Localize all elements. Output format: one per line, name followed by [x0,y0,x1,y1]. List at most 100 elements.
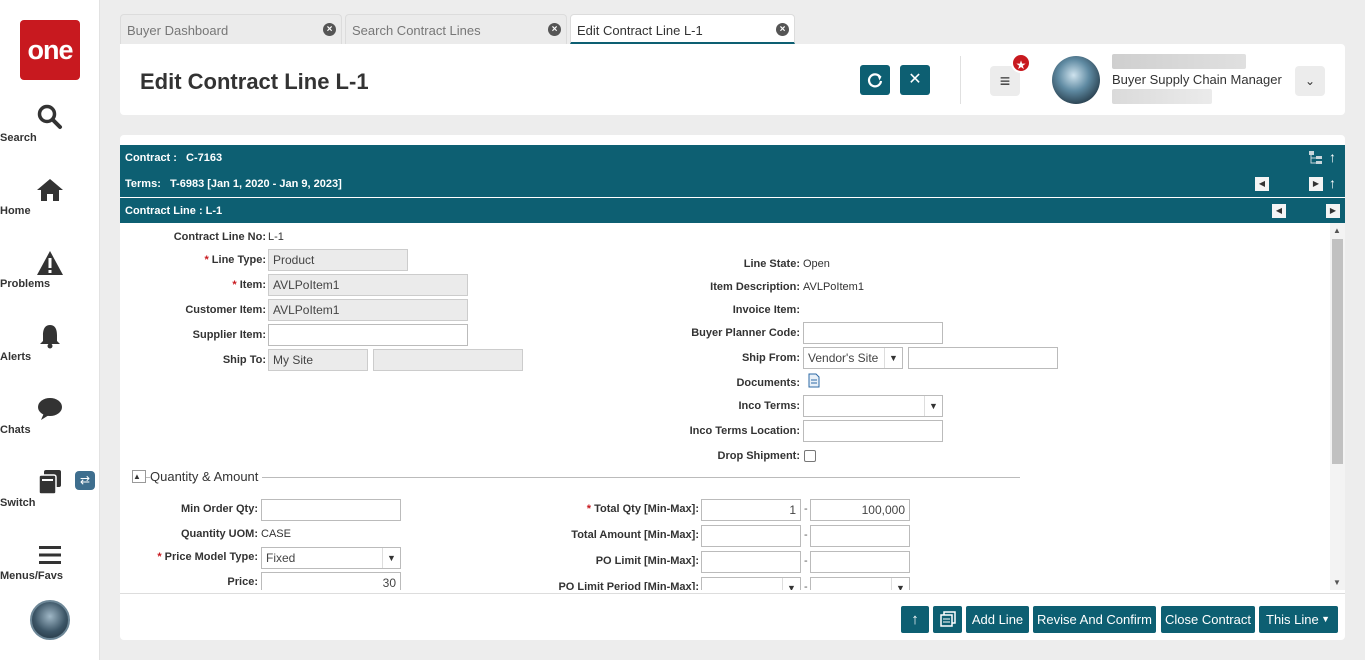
line-state-value: Open [803,258,830,270]
nav-problems-label: Problems [0,278,51,290]
next-terms-button[interactable]: ▶ [1309,177,1323,191]
total-amount-min-input[interactable] [701,525,801,547]
add-line-button[interactable]: Add Line [966,606,1029,633]
this-line-menu-button[interactable]: This Line ▼ [1259,606,1338,633]
user-menu-button[interactable]: ⌄ [1295,66,1325,96]
header-divider [960,56,961,104]
scroll-down-icon[interactable]: ▼ [1333,578,1341,587]
buyer-planner-code-label: Buyer Planner Code: [691,327,800,339]
nav-home[interactable]: Home [0,177,100,217]
tab-label: Search Contract Lines [352,23,481,38]
close-tab-icon[interactable]: × [776,23,789,36]
line-type-field[interactable]: Product [268,249,408,271]
close-contract-button[interactable]: Close Contract [1161,606,1255,633]
arrow-up-icon[interactable]: ↑ [1329,175,1336,191]
star-icon: ★ [1011,53,1031,73]
user-avatar[interactable] [1052,56,1100,104]
next-line-button[interactable]: ▶ [1326,204,1340,218]
nav-problems[interactable]: Problems [0,250,100,290]
drop-shipment-checkbox[interactable] [804,450,816,462]
arrow-up-icon[interactable]: ↑ [1329,149,1336,165]
po-limit-period-min-select[interactable]: ▼ [701,577,801,590]
price-input[interactable]: 30 [261,572,401,590]
terms-value[interactable]: T-6983 [Jan 1, 2020 - Jan 9, 2023] [170,178,342,190]
ship-to-label: Ship To: [222,354,266,366]
min-order-qty-input[interactable] [261,499,401,521]
ship-from-select[interactable]: Vendor's Site ▼ [803,347,903,369]
vertical-scrollbar[interactable]: ▲ ▼ [1330,223,1345,590]
inco-terms-label: Inco Terms: [738,400,800,412]
close-tab-icon[interactable]: × [323,23,336,36]
refresh-icon [867,73,883,88]
chat-icon [0,396,100,422]
total-qty-max-input[interactable]: 100,000 [810,499,910,521]
supplier-item-input[interactable] [268,324,468,346]
ship-from-secondary-input[interactable] [908,347,1058,369]
refresh-button[interactable] [860,65,890,95]
terms-bar: Terms: T-6983 [Jan 1, 2020 - Jan 9, 2023… [120,171,1345,197]
document-icon[interactable] [808,373,820,391]
item-description-label: Item Description: [710,281,800,293]
chevron-down-icon: ⌄ [1304,74,1316,88]
tab-search-contract-lines[interactable]: Search Contract Lines × [345,14,567,44]
copy-icon [939,611,956,627]
nav-alerts[interactable]: Alerts [0,323,100,363]
caret-down-icon: ▼ [1321,614,1330,624]
warning-icon [0,250,100,276]
item-description-value: AVLPoItem1 [803,281,864,293]
hierarchy-icon[interactable] [1308,150,1324,169]
copy-button[interactable] [933,606,962,633]
revise-and-confirm-button[interactable]: Revise And Confirm [1033,606,1156,633]
item-field[interactable]: AVLPoItem1 [268,274,468,296]
nav-menus-favs-label: Menus/Favs [0,570,63,582]
one-logo[interactable]: one [20,20,80,80]
customer-item-field[interactable]: AVLPoItem1 [268,299,468,321]
prev-line-button[interactable]: ◀ [1272,204,1286,218]
collapse-section-button[interactable]: ▲ [132,470,146,483]
nav-chats[interactable]: Chats [0,396,100,436]
nav-menus-favs[interactable]: Menus/Favs [0,542,100,582]
tab-label: Edit Contract Line L-1 [577,23,703,38]
tab-buyer-dashboard[interactable]: Buyer Dashboard × [120,14,342,44]
total-amount-max-input[interactable] [810,525,910,547]
bell-icon [0,323,100,349]
nav-switch-label: Switch [0,497,36,509]
range-separator: - [804,555,808,567]
close-button[interactable]: ✕ [900,65,930,95]
po-limit-period-label: PO Limit Period [Min-Max]: [558,581,699,590]
total-qty-label: * Total Qty [Min-Max]: [586,503,699,515]
scroll-top-button[interactable]: ↑ [901,606,929,633]
tab-edit-contract-line[interactable]: Edit Contract Line L-1 × [570,14,795,44]
nav-chats-label: Chats [0,424,31,436]
price-model-type-label: * Price Model Type: [157,551,258,563]
user-role: Buyer Supply Chain Manager [1112,72,1282,87]
ship-to-secondary-field[interactable] [373,349,523,371]
po-limit-max-input[interactable] [810,551,910,573]
inco-terms-select[interactable]: ▼ [803,395,943,417]
section-title: Quantity & Amount [150,469,263,484]
hamburger-icon: ≡ [999,71,1011,91]
arrow-up-icon: ↑ [911,611,919,628]
user-avatar-sidebar[interactable] [30,600,70,640]
nav-search-label: Search [0,132,37,144]
line-state-label: Line State: [743,258,800,270]
user-org-redacted [1112,89,1212,104]
switch-arrows-icon[interactable]: ⇄ [75,471,95,490]
price-model-type-select[interactable]: Fixed ▼ [261,547,401,569]
item-label: * Item: [232,279,266,291]
chevron-down-icon: ▼ [884,348,902,368]
ship-to-field[interactable]: My Site [268,349,368,371]
buyer-planner-code-input[interactable] [803,322,943,344]
quantity-uom-value: CASE [261,528,291,540]
close-tab-icon[interactable]: × [548,23,561,36]
prev-terms-button[interactable]: ◀ [1255,177,1269,191]
chevron-down-icon: ▼ [891,578,909,590]
po-limit-period-max-select[interactable]: ▼ [810,577,910,590]
po-limit-min-input[interactable] [701,551,801,573]
scroll-up-icon[interactable]: ▲ [1333,226,1341,235]
nav-search[interactable]: Search [0,104,100,144]
scroll-thumb[interactable] [1332,239,1343,464]
inco-terms-location-input[interactable] [803,420,943,442]
contract-value[interactable]: C-7163 [186,152,222,164]
total-qty-min-input[interactable]: 1 [701,499,801,521]
